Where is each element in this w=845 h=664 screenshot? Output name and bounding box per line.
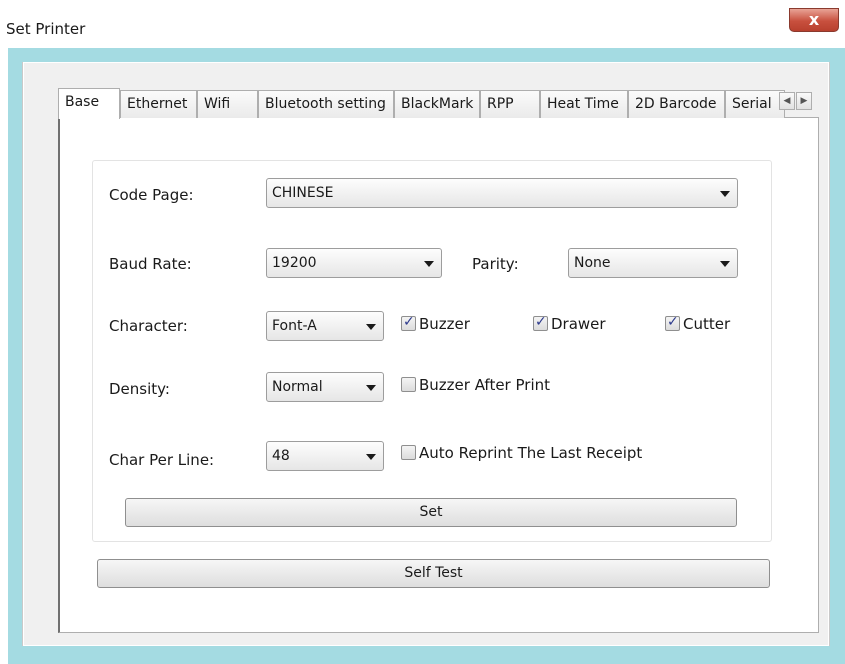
parity-select[interactable]: None	[568, 248, 738, 278]
density-label: Density:	[109, 380, 170, 398]
tab-blackmark[interactable]: BlackMark	[394, 90, 480, 118]
set-button[interactable]: Set	[125, 498, 737, 527]
char-per-line-value: 48	[272, 448, 290, 464]
parity-label: Parity:	[472, 255, 519, 273]
set-printer-window: Set Printer x Base Ethernet Wifi Bluetoo…	[0, 0, 845, 664]
buzzer-label: Buzzer	[419, 315, 470, 333]
chevron-down-icon	[366, 385, 376, 391]
cutter-checkbox[interactable]: Cutter	[665, 314, 731, 333]
buzzer-after-print-checkbox[interactable]: Buzzer After Print	[401, 376, 550, 394]
checkbox-checked-icon	[533, 314, 548, 331]
title-bar: Set Printer x	[0, 0, 845, 48]
checkbox-unchecked-icon	[401, 377, 416, 392]
self-test-button[interactable]: Self Test	[97, 559, 770, 588]
character-value: Font-A	[272, 318, 317, 334]
tab-label: Serial	[732, 96, 772, 112]
tab-label: Base	[65, 94, 100, 110]
tab-2d-barcode[interactable]: 2D Barcode	[628, 90, 725, 118]
window-frame-left	[8, 48, 22, 664]
tab-label: Wifi	[204, 96, 231, 112]
tab-heat-time[interactable]: Heat Time	[540, 90, 628, 118]
tab-base[interactable]: Base	[58, 88, 120, 119]
buzzer-after-print-label: Buzzer After Print	[419, 376, 551, 394]
tab-label: Ethernet	[127, 96, 188, 112]
chevron-down-icon	[720, 191, 730, 197]
checkbox-unchecked-icon	[401, 445, 416, 460]
window-title: Set Printer	[6, 20, 86, 38]
tab-rpp[interactable]: RPP	[480, 90, 540, 118]
chevron-left-icon[interactable]: ◀	[779, 92, 795, 110]
tab-serial[interactable]: Serial	[725, 90, 785, 118]
chevron-down-icon	[424, 261, 434, 267]
tab-label: BlackMark	[401, 96, 474, 112]
tab-bluetooth-setting[interactable]: Bluetooth setting	[258, 90, 394, 118]
tab-label: RPP	[487, 96, 514, 112]
tab-strip: Base Ethernet Wifi Bluetooth setting Bla…	[58, 88, 818, 119]
baud-rate-label: Baud Rate:	[109, 255, 192, 273]
tab-label: Heat Time	[547, 96, 619, 112]
drawer-checkbox[interactable]: Drawer	[533, 314, 606, 333]
code-page-select[interactable]: CHINESE	[266, 178, 738, 208]
tab-label: Bluetooth setting	[265, 96, 386, 112]
window-frame-right	[830, 48, 845, 664]
checkbox-checked-icon	[401, 314, 416, 331]
chevron-down-icon	[366, 454, 376, 460]
density-select[interactable]: Normal	[266, 372, 384, 402]
code-page-value: CHINESE	[272, 185, 334, 201]
tab-label: 2D Barcode	[635, 96, 717, 112]
char-per-line-select[interactable]: 48	[266, 441, 384, 471]
code-page-label: Code Page:	[109, 186, 194, 204]
char-per-line-label: Char Per Line:	[109, 451, 215, 469]
baud-rate-select[interactable]: 19200	[266, 248, 442, 278]
drawer-label: Drawer	[551, 315, 606, 333]
parity-value: None	[574, 255, 611, 271]
base-settings-group	[92, 160, 772, 542]
chevron-down-icon	[366, 324, 376, 330]
auto-reprint-checkbox[interactable]: Auto Reprint The Last Receipt	[401, 444, 642, 462]
character-select[interactable]: Font-A	[266, 311, 384, 341]
tab-ethernet[interactable]: Ethernet	[120, 90, 197, 118]
checkbox-checked-icon	[665, 314, 680, 331]
window-frame-bottom	[8, 646, 845, 664]
baud-rate-value: 19200	[272, 255, 317, 271]
auto-reprint-label: Auto Reprint The Last Receipt	[419, 444, 643, 462]
character-label: Character:	[109, 317, 188, 335]
cutter-label: Cutter	[683, 315, 731, 333]
buzzer-checkbox[interactable]: Buzzer	[401, 314, 470, 333]
close-button[interactable]: x	[789, 8, 839, 32]
density-value: Normal	[272, 379, 323, 395]
tab-wifi[interactable]: Wifi	[197, 90, 258, 118]
chevron-right-icon[interactable]: ▶	[796, 92, 812, 110]
chevron-down-icon	[720, 261, 730, 267]
